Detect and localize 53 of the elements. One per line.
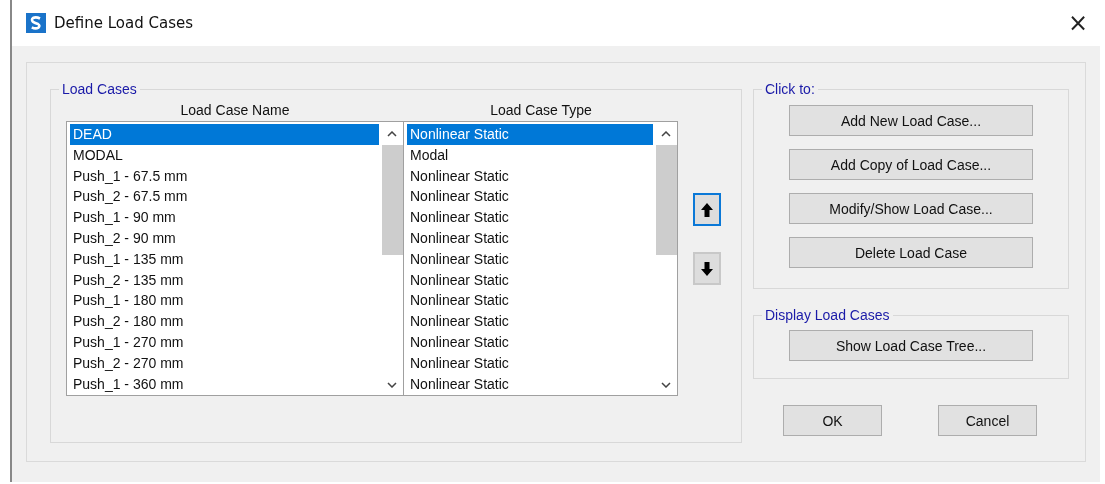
scroll-down-icon[interactable] xyxy=(661,382,671,388)
app-logo-icon xyxy=(26,13,46,33)
cancel-button[interactable]: Cancel xyxy=(938,405,1037,436)
scroll-up-icon[interactable] xyxy=(387,131,397,137)
group-title: Display Load Cases xyxy=(764,307,891,323)
column-header: Load Case Name xyxy=(179,101,291,120)
list-item[interactable]: MODAL xyxy=(70,144,379,166)
up-arrow-icon xyxy=(701,202,713,217)
list-item[interactable]: DEAD xyxy=(70,124,379,145)
ok-button[interactable]: OK xyxy=(783,405,882,436)
list-item[interactable]: Push_1 - 180 mm xyxy=(70,290,379,312)
move-up-button[interactable] xyxy=(693,193,721,226)
window-title: Define Load Cases xyxy=(54,14,193,32)
list-item[interactable]: Nonlinear Static xyxy=(407,352,653,374)
list-item[interactable]: Push_2 - 180 mm xyxy=(70,311,379,332)
list-item[interactable]: Nonlinear Static xyxy=(407,269,653,291)
list-item[interactable]: Nonlinear Static xyxy=(407,124,653,145)
list-item[interactable]: Push_1 - 67.5 mm xyxy=(70,165,379,187)
scroll-down-icon[interactable] xyxy=(387,382,397,388)
list-item[interactable]: Nonlinear Static xyxy=(407,311,653,332)
list-item[interactable]: Push_1 - 90 mm xyxy=(70,207,379,228)
list-item[interactable]: Push_1 - 360 mm xyxy=(70,373,379,395)
list-item[interactable]: Nonlinear Static xyxy=(407,228,653,249)
action-button[interactable]: Add New Load Case... xyxy=(789,105,1033,136)
list-item[interactable]: Nonlinear Static xyxy=(407,373,653,395)
group-title: Click to: xyxy=(764,81,816,97)
name-list[interactable]: DEAD MODAL Push_1 - 67.5 mm Push_2 - 67.5 mm Push_1 - 90 mm Push_2 - 90 mm Push_1 - 135 mm Push_2 - 135 mm Push_1 - 180 mm Push_2 - 180 mm Push_1 - 270 mm Push_2 - 270 mm Push_1 - 360 mm xyxy=(66,121,404,396)
scroll-up-icon[interactable] xyxy=(661,131,671,137)
list-item[interactable]: Nonlinear Static xyxy=(407,165,653,187)
close-button[interactable]: × xyxy=(1062,7,1094,39)
list-item[interactable]: Push_2 - 270 mm xyxy=(70,352,379,374)
down-arrow-icon xyxy=(701,261,713,276)
list-item[interactable]: Push_1 - 270 mm xyxy=(70,331,379,353)
action-button[interactable]: Delete Load Case xyxy=(789,237,1033,268)
action-button[interactable]: Add Copy of Load Case... xyxy=(789,149,1033,180)
list-item[interactable]: Push_2 - 135 mm xyxy=(70,269,379,291)
column-header: Load Case Type xyxy=(489,101,593,120)
list-item[interactable]: Push_1 - 135 mm xyxy=(70,248,379,270)
list-item[interactable]: Nonlinear Static xyxy=(407,290,653,312)
list-item[interactable]: Nonlinear Static xyxy=(407,331,653,353)
list-item[interactable]: Modal xyxy=(407,144,653,166)
type-list[interactable] xyxy=(404,121,678,396)
group-title: Load Cases xyxy=(61,81,138,97)
list-item[interactable]: Push_2 - 90 mm xyxy=(70,228,379,249)
scroll-thumb[interactable] xyxy=(655,145,677,255)
move-down-button[interactable] xyxy=(693,252,721,285)
list-item[interactable]: Nonlinear Static xyxy=(407,248,653,270)
tree-button[interactable]: Show Load Case Tree... xyxy=(789,330,1033,361)
list-item[interactable]: Nonlinear Static xyxy=(407,207,653,228)
action-button[interactable]: Modify/Show Load Case... xyxy=(789,193,1033,224)
list-item[interactable]: Push_2 - 67.5 mm xyxy=(70,186,379,208)
list-item[interactable]: Nonlinear Static xyxy=(407,186,653,208)
scroll-thumb[interactable] xyxy=(381,145,403,255)
